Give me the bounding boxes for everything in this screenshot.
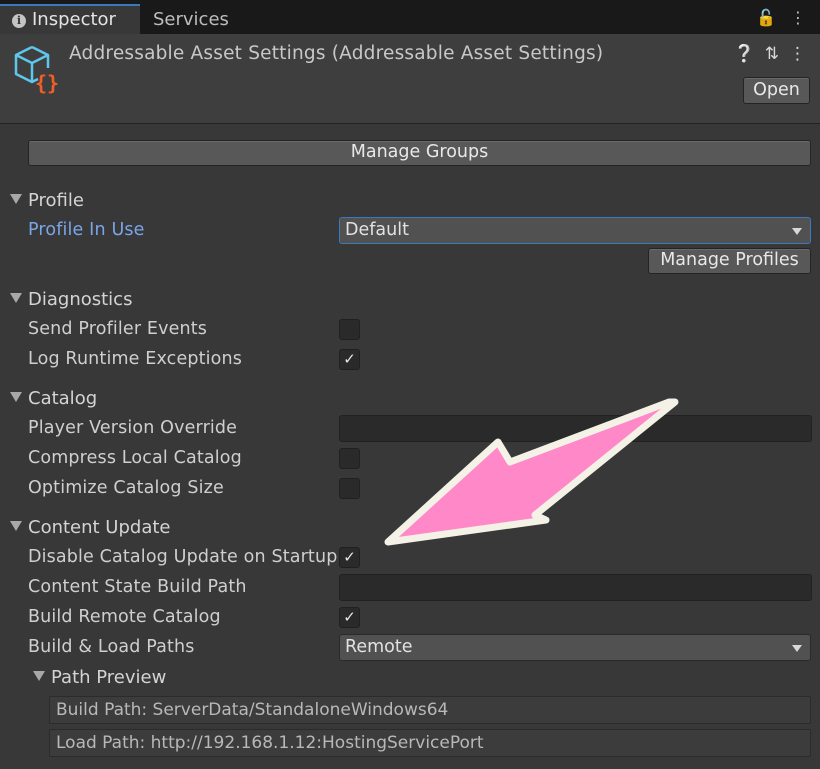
send-profiler-events-label: Send Profiler Events <box>28 319 208 339</box>
profile-in-use-dropdown[interactable]: Default <box>339 217 811 244</box>
tab-services[interactable]: Services <box>153 6 229 34</box>
profile-in-use-value: Default <box>345 220 409 240</box>
checkmark-icon: ✓ <box>343 548 356 566</box>
svg-text:{}: {} <box>35 71 59 94</box>
open-button[interactable]: Open <box>743 77 810 104</box>
profile-in-use-label: Profile In Use <box>28 220 145 240</box>
player-version-override-label: Player Version Override <box>28 418 238 438</box>
dropdown-caret-icon <box>792 645 802 652</box>
section-content-update[interactable]: Content Update <box>10 517 171 538</box>
section-catalog[interactable]: Catalog <box>10 388 97 409</box>
dropdown-caret-icon <box>792 228 802 235</box>
compress-local-catalog-checkbox[interactable] <box>339 448 360 469</box>
addressable-settings-icon: {} <box>14 45 59 94</box>
section-path-preview-label: Path Preview <box>51 667 167 688</box>
manage-groups-button[interactable]: Manage Groups <box>28 140 811 166</box>
optimize-catalog-size-label: Optimize Catalog Size <box>28 478 224 498</box>
help-icon[interactable]: ❔ <box>734 44 755 64</box>
inspector-header: {} Addressable Asset Settings (Addressab… <box>0 34 820 124</box>
info-icon: i <box>12 14 26 28</box>
disable-catalog-update-label: Disable Catalog Update on Startup <box>28 547 338 567</box>
load-path-preview: Load Path: http://192.168.1.12:HostingSe… <box>49 729 811 757</box>
section-profile-label: Profile <box>28 190 84 211</box>
build-remote-catalog-checkbox[interactable]: ✓ <box>339 607 360 628</box>
content-state-build-path-label: Content State Build Path <box>28 577 247 597</box>
tab-inspector-label: Inspector <box>32 9 116 30</box>
foldout-triangle-icon <box>33 671 45 681</box>
section-profile[interactable]: Profile <box>10 190 84 211</box>
build-load-paths-value: Remote <box>345 637 413 657</box>
checkmark-icon: ✓ <box>343 350 356 368</box>
log-runtime-exceptions-checkbox[interactable]: ✓ <box>339 349 360 370</box>
optimize-catalog-size-checkbox[interactable] <box>339 478 360 499</box>
foldout-triangle-icon <box>10 392 22 402</box>
pink-arrow <box>384 398 679 546</box>
disable-catalog-update-checkbox[interactable]: ✓ <box>339 547 360 568</box>
section-diagnostics-label: Diagnostics <box>28 289 133 310</box>
tab-inspector[interactable]: i Inspector <box>0 4 140 34</box>
tab-bar: i Inspector Services 🔓 ⋮ <box>0 0 820 34</box>
build-path-preview: Build Path: ServerData/StandaloneWindows… <box>49 696 811 724</box>
build-load-paths-dropdown[interactable]: Remote <box>339 634 811 661</box>
foldout-triangle-icon <box>10 194 22 204</box>
manage-profiles-button[interactable]: Manage Profiles <box>648 248 811 274</box>
header-icons: ❔ ⇅ ⋮ <box>724 44 806 64</box>
header-title: Addressable Asset Settings (Addressable … <box>69 43 604 64</box>
compress-local-catalog-label: Compress Local Catalog <box>28 448 242 468</box>
section-path-preview[interactable]: Path Preview <box>33 667 166 688</box>
build-remote-catalog-label: Build Remote Catalog <box>28 607 221 627</box>
log-runtime-exceptions-label: Log Runtime Exceptions <box>28 349 243 369</box>
lock-icon[interactable]: 🔓 <box>756 8 776 27</box>
section-content-update-label: Content Update <box>28 517 171 538</box>
foldout-triangle-icon <box>10 293 22 303</box>
tabbar-icons: 🔓 ⋮ <box>742 8 806 27</box>
kebab-menu-icon[interactable]: ⋮ <box>789 44 806 64</box>
build-load-paths-label: Build & Load Paths <box>28 637 195 657</box>
foldout-triangle-icon <box>10 521 22 531</box>
preset-sliders-icon[interactable]: ⇅ <box>765 44 779 64</box>
kebab-menu-icon[interactable]: ⋮ <box>790 8 806 27</box>
content-state-build-path-field[interactable] <box>339 574 812 601</box>
checkmark-icon: ✓ <box>343 608 356 626</box>
section-catalog-label: Catalog <box>28 388 98 409</box>
send-profiler-events-checkbox[interactable] <box>339 319 360 340</box>
section-diagnostics[interactable]: Diagnostics <box>10 289 132 310</box>
tab-services-label: Services <box>153 9 229 30</box>
